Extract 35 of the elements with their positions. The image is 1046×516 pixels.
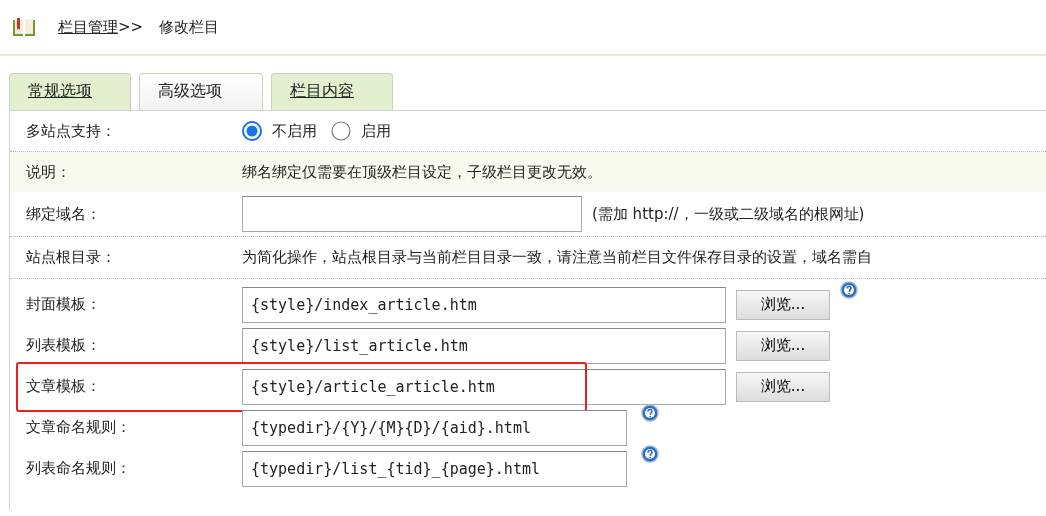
field-label: 多站点支持： — [25, 120, 117, 142]
browse-button[interactable]: 浏览... — [736, 289, 830, 320]
field-label: 文章命名规则： — [25, 417, 132, 439]
note-text: 绑名绑定仅需要在顶级栏目设定，子级栏目更改无效。 — [242, 161, 602, 183]
field-label: 站点根目录： — [25, 247, 117, 269]
browse-button[interactable]: 浏览... — [736, 330, 830, 361]
field-hint: (需加 http://，一级或二级域名的根网址) — [592, 203, 865, 225]
help-icon[interactable] — [840, 280, 858, 299]
text-field[interactable]: {typedir}/{Y}/{M}{D}/{aid}.html — [242, 409, 627, 446]
tab[interactable]: 常规选项 — [9, 73, 131, 110]
field-label: 说明： — [25, 161, 72, 183]
browse-button[interactable]: 浏览... — [736, 371, 830, 402]
field-label: 绑定域名： — [25, 203, 102, 225]
help-icon[interactable] — [641, 403, 659, 422]
field-label: 列表命名规则： — [25, 458, 132, 480]
radio-label: 不启用 — [272, 120, 317, 142]
breadcrumb-link[interactable]: 栏目管理 — [58, 15, 118, 39]
tab[interactable]: 栏目内容 — [271, 73, 393, 110]
text-field[interactable]: {style}/index_article.htm — [242, 286, 726, 323]
breadcrumb-separator: >> — [118, 16, 144, 38]
breadcrumb-current: 修改栏目 — [159, 16, 220, 38]
radio-button[interactable] — [331, 121, 351, 141]
info-text: 为简化操作，站点根目录与当前栏目目录一致，请注意当前栏目文件保存目录的设置，域名需自 — [242, 247, 872, 269]
book-icon — [12, 17, 36, 37]
field-label: 文章模板： — [25, 376, 102, 398]
text-field[interactable]: {typedir}/list_{tid}_{page}.html — [242, 450, 627, 487]
radio-button[interactable] — [242, 121, 262, 141]
field-label: 封面模板： — [25, 294, 102, 316]
text-field[interactable] — [242, 196, 582, 232]
radio-label: 启用 — [361, 120, 391, 142]
text-field[interactable]: {style}/list_article.htm — [242, 327, 726, 364]
text-field[interactable]: {style}/article_article.htm — [242, 368, 726, 405]
help-icon[interactable] — [641, 444, 659, 463]
tab[interactable]: 高级选项 — [139, 73, 263, 110]
field-label: 列表模板： — [25, 335, 102, 357]
